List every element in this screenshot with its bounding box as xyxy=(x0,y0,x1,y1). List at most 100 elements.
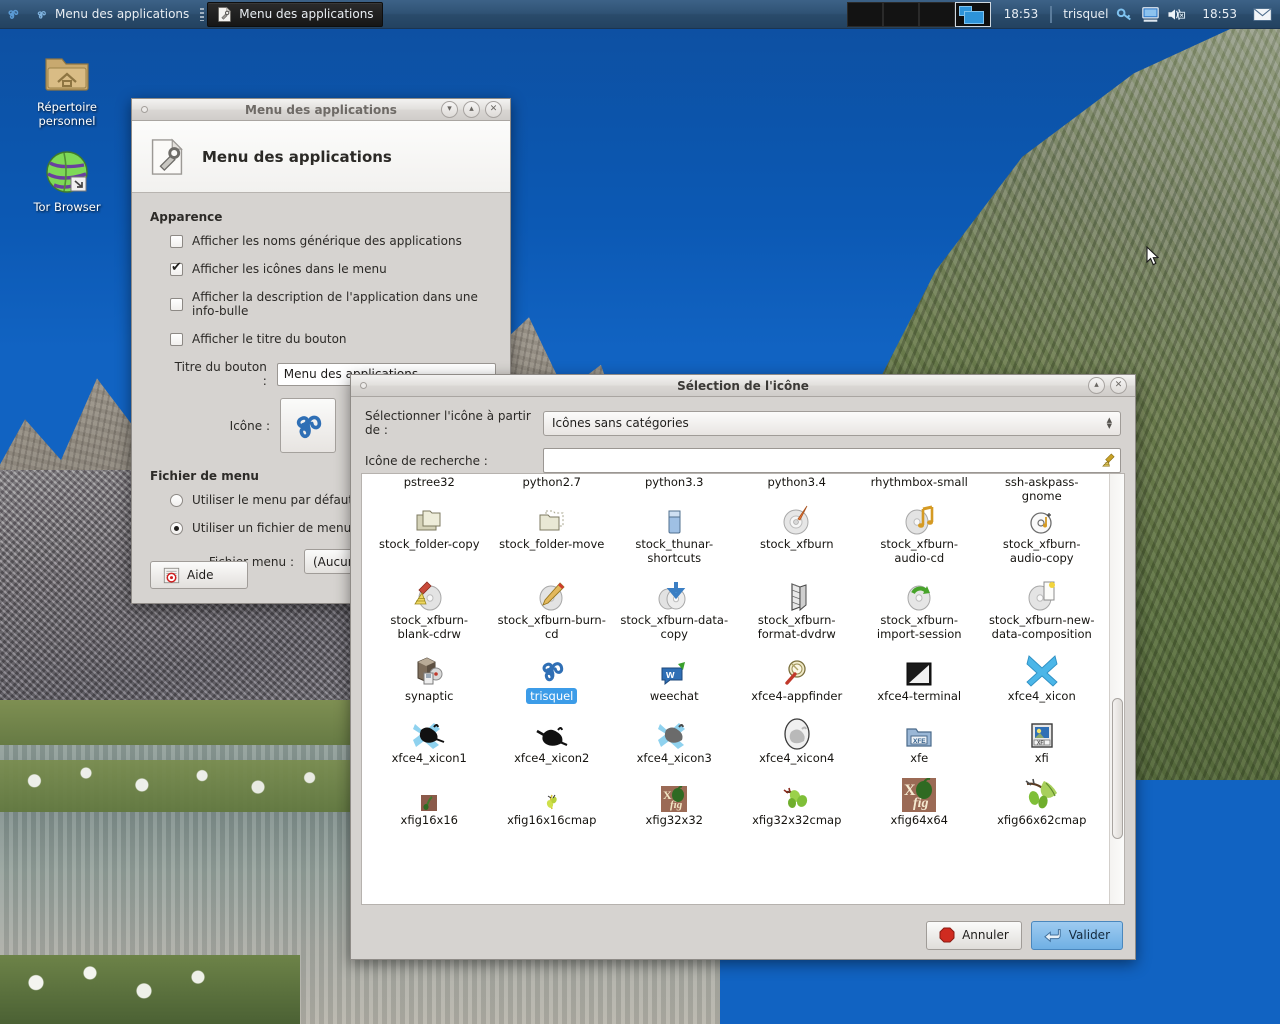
icon-cell[interactable]: xfig66x62cmap xyxy=(981,772,1104,834)
icon-cell[interactable]: stock_xfburn-data-copy xyxy=(613,572,736,648)
window-controls[interactable]: ▾ ▴ ✕ xyxy=(441,101,510,118)
icon-cell[interactable]: python2.7 xyxy=(491,474,614,496)
radio-default-menu[interactable] xyxy=(170,493,183,507)
icon-source-combo[interactable]: Icônes sans catégories ▲ ▼ xyxy=(543,410,1121,436)
task-list-handle[interactable] xyxy=(200,7,205,21)
volume-muted-icon[interactable] xyxy=(1167,6,1186,23)
checkbox-show-button-title[interactable] xyxy=(170,332,183,346)
applications-menu-launcher[interactable] xyxy=(0,1,26,28)
search-input[interactable] xyxy=(551,453,1101,468)
icon-cell[interactable]: X fig xfig64x64 xyxy=(858,772,981,834)
checkbox-row-show-button-title[interactable]: Afficher le titre du bouton xyxy=(170,332,496,346)
icon-cell[interactable]: python3.4 xyxy=(736,474,859,496)
desktop-icon-home[interactable]: Répertoire personnel xyxy=(12,48,122,128)
workspace-2[interactable] xyxy=(882,1,919,27)
task-button-1[interactable]: Menu des applications xyxy=(207,1,383,27)
icon-name: stock_xfburn-audio-copy xyxy=(1002,537,1081,565)
icon-cell[interactable]: xfce4_xicon xyxy=(981,648,1104,710)
icon-cell[interactable]: xfce4-terminal xyxy=(858,648,981,710)
icon-cell[interactable]: synaptic xyxy=(368,648,491,710)
icon-cell[interactable]: stock_xfburn-format-dvdrw xyxy=(736,572,859,648)
shade-icon[interactable]: ▾ xyxy=(441,101,458,118)
icon-cell[interactable]: stock_xfburn-blank-cdrw xyxy=(368,572,491,648)
blue-x-icon xyxy=(1025,648,1059,688)
help-icon xyxy=(163,567,180,583)
icon-cell[interactable]: w weechat xyxy=(613,648,736,710)
clock-right[interactable]: 18:53 xyxy=(1193,7,1246,21)
close-icon[interactable]: ✕ xyxy=(485,101,502,118)
scrollbar-thumb[interactable] xyxy=(1112,697,1123,840)
radio-custom-menu[interactable] xyxy=(170,521,183,535)
icon-list[interactable]: pstree32 python2.7 python3.3 python3.4 r… xyxy=(361,473,1125,905)
icon-cell[interactable]: ssh-askpass-gnome xyxy=(981,474,1104,503)
checkbox-generic-names[interactable] xyxy=(170,234,183,248)
icon-grid[interactable]: pstree32 python2.7 python3.3 python3.4 r… xyxy=(362,474,1109,904)
icon-cell[interactable]: pstree32 xyxy=(368,474,491,496)
broom-icon[interactable] xyxy=(1101,453,1116,468)
cd-arrow-down-icon xyxy=(658,572,690,612)
workspace-1[interactable] xyxy=(846,1,883,27)
cancel-button[interactable]: Annuler xyxy=(926,920,1022,950)
checkbox-row-show-icons[interactable]: Afficher les icônes dans le menu xyxy=(170,261,496,276)
icon-cell[interactable]: xfce4_xicon3 xyxy=(613,710,736,772)
window-task-list[interactable]: Menu des applications Menu des applicati… xyxy=(26,1,383,28)
workspace-4[interactable] xyxy=(954,1,991,27)
maximize-icon[interactable]: ▴ xyxy=(1088,377,1105,394)
stop-icon xyxy=(939,927,955,943)
icon-cell[interactable]: xfig16x16cmap xyxy=(491,772,614,834)
icon-cell[interactable]: rhythmbox-small xyxy=(858,474,981,496)
workspace-switcher[interactable] xyxy=(846,1,991,28)
icon-cell[interactable]: xfce4_xicon4 xyxy=(736,710,859,772)
mail-icon[interactable] xyxy=(1253,6,1272,23)
clock-left[interactable]: 18:53 xyxy=(995,7,1048,21)
checkbox-row-generic-names[interactable]: Afficher les noms générique des applicat… xyxy=(170,234,496,248)
icon-cell[interactable]: stock_folder-move xyxy=(491,496,614,572)
task-button-0[interactable]: Menu des applications xyxy=(26,1,197,28)
icon-chooser-button[interactable] xyxy=(280,398,336,453)
checkbox-row-tooltip-description[interactable]: Afficher la description de l'application… xyxy=(170,290,496,318)
icon-cell[interactable]: stock_xfburn-new-data-composition xyxy=(981,572,1104,648)
icon-cell[interactable]: stock_xfburn-audio-cd xyxy=(858,496,981,572)
icon-cell[interactable]: stock_thunar-shortcuts xyxy=(613,496,736,572)
icon-name: stock_xfburn-format-dvdrw xyxy=(757,613,836,641)
icon-cell[interactable]: XFE xfe xyxy=(858,710,981,772)
help-button[interactable]: Aide xyxy=(150,561,248,589)
folder-copy-icon xyxy=(414,496,444,536)
maximize-icon[interactable]: ▴ xyxy=(463,101,480,118)
system-tray[interactable]: trisquel 18:53 xyxy=(1055,6,1280,23)
display-icon[interactable] xyxy=(1141,6,1160,23)
ok-button-label: Valider xyxy=(1068,928,1110,942)
icon-cell[interactable]: xfce4_xicon2 xyxy=(491,710,614,772)
icon-selection-window[interactable]: Sélection de l'icône ▴ ✕ Sélectionner l'… xyxy=(350,374,1136,960)
desktop-icon-tor-browser[interactable]: Tor Browser xyxy=(12,148,122,214)
icon-cell[interactable]: stock_xfburn xyxy=(736,496,859,572)
window-menu-icon[interactable] xyxy=(360,382,367,389)
icon-list-scrollbar[interactable] xyxy=(1109,474,1124,904)
icon-cell[interactable]: xfig32x32cmap xyxy=(736,772,859,834)
icon-name: rhythmbox-small xyxy=(870,475,968,489)
appfinder-icon xyxy=(782,648,812,688)
icon-cell[interactable]: stock_xfburn-import-session xyxy=(858,572,981,648)
icon-cell[interactable]: stock_xfburn-burn-cd xyxy=(491,572,614,648)
icon-cell[interactable]: xfce4-appfinder xyxy=(736,648,859,710)
top-panel[interactable]: Menu des applications Menu des applicati… xyxy=(0,0,1280,29)
icon-cell[interactable]: stock_xfburn-audio-copy xyxy=(981,496,1104,572)
icon-cell[interactable]: python3.3 xyxy=(613,474,736,496)
checkbox-show-icons[interactable] xyxy=(170,261,183,276)
titlebar[interactable]: Sélection de l'icône ▴ ✕ xyxy=(351,375,1135,397)
icon-search-field[interactable] xyxy=(543,448,1121,473)
icon-cell[interactable]: xfce4_xicon1 xyxy=(368,710,491,772)
icon-cell[interactable]: XFI xfi xyxy=(981,710,1104,772)
icon-cell[interactable]: xfig16x16 xyxy=(368,772,491,834)
titlebar[interactable]: Menu des applications ▾ ▴ ✕ xyxy=(132,99,510,121)
checkbox-tooltip-description[interactable] xyxy=(170,297,183,311)
workspace-3[interactable] xyxy=(918,1,955,27)
icon-cell[interactable]: X fig xfig32x32 xyxy=(613,772,736,834)
icon-cell[interactable]: stock_folder-copy xyxy=(368,496,491,572)
window-controls[interactable]: ▴ ✕ xyxy=(1088,377,1135,394)
close-icon[interactable]: ✕ xyxy=(1110,377,1127,394)
ok-button[interactable]: Valider xyxy=(1030,920,1123,950)
key-icon[interactable] xyxy=(1115,6,1134,23)
icon-cell-trisquel[interactable]: trisquel xyxy=(491,648,614,710)
window-menu-icon[interactable] xyxy=(141,106,148,113)
